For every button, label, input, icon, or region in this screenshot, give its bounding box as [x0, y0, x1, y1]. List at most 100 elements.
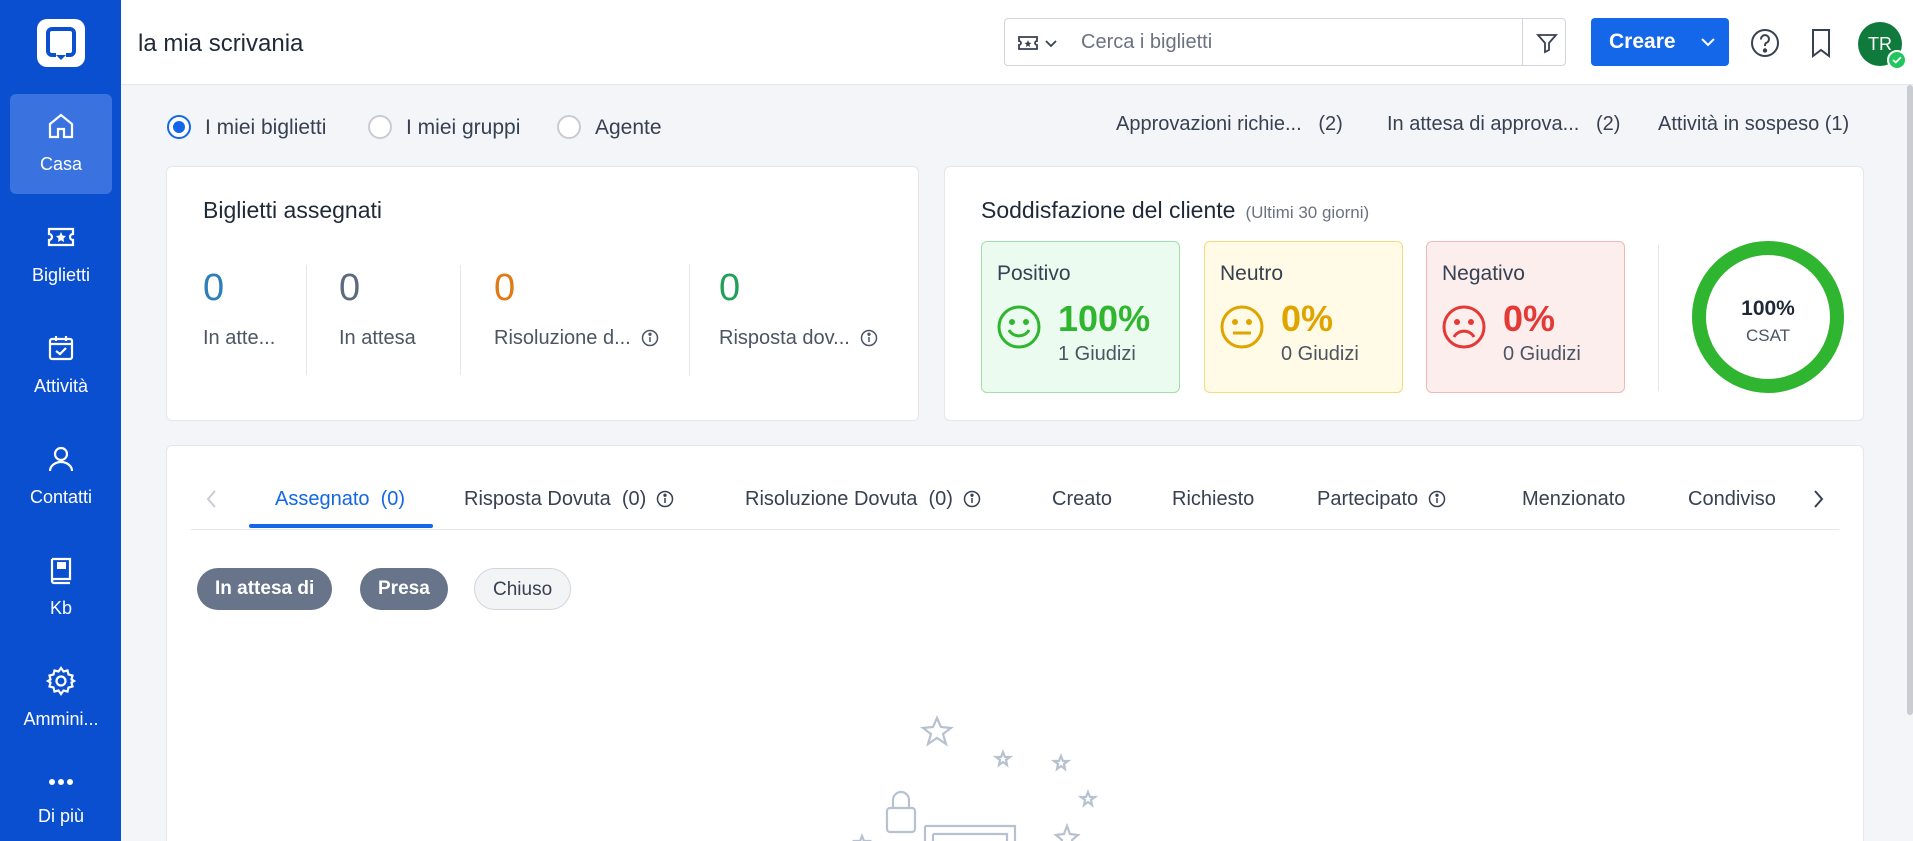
status-filter-in-attesa[interactable]: In attesa di	[197, 568, 333, 610]
stat-value: 0	[494, 267, 516, 309]
sentiment-neutral[interactable]: Neutro 0% 0 Giudizi	[1204, 241, 1403, 393]
tabs-divider	[191, 529, 1839, 530]
sidebar-item-label: Biglietti	[31, 265, 91, 285]
search-input[interactable]	[1081, 27, 1511, 57]
sidebar-item-label: Kb	[49, 598, 73, 618]
radio-circle	[368, 115, 392, 139]
customer-satisfaction-card: Soddisfazione del cliente (Ultimi 30 gior…	[944, 166, 1864, 421]
user-icon	[48, 446, 74, 472]
sidebar-item-contatti[interactable]: Contatti	[10, 427, 112, 527]
stat-label: Risoluzione d...	[494, 327, 659, 350]
sentiment-label: Neutro	[1220, 262, 1284, 285]
sidebar-item-label: Di più	[37, 806, 85, 826]
tab-menzionato[interactable]: Menzionato	[1522, 488, 1625, 511]
sidebar-item-label: Casa	[39, 154, 83, 174]
top-bar: la mia scrivania Creare TR	[121, 0, 1913, 85]
tab-partecipato[interactable]: Partecipato	[1317, 488, 1446, 511]
info-icon[interactable]	[1428, 490, 1446, 508]
tab-label: Risoluzione Dovuta	[745, 488, 918, 510]
sidebar-item-attivita[interactable]: Attività	[10, 316, 112, 416]
stat-label: In atte...	[203, 327, 276, 349]
chevron-left-icon[interactable]	[201, 486, 223, 512]
stat-waiting[interactable]: 0 In attesa	[339, 267, 416, 349]
search-box	[1004, 18, 1566, 66]
filter-icon[interactable]	[1535, 31, 1559, 55]
sentiment-label: Negativo	[1442, 262, 1525, 285]
sidebar-item-di-piu[interactable]: Di più	[10, 746, 112, 841]
stat-response-due[interactable]: 0 Risposta dov...	[719, 267, 878, 349]
quick-link-label: Attività in sospeso	[1658, 113, 1820, 135]
sidebar-item-casa[interactable]: Casa	[10, 94, 112, 194]
assigned-tickets-card: Biglietti assegnati 0 In atte... 0 In at…	[166, 166, 919, 421]
sentiment-label: Positivo	[997, 262, 1071, 285]
stat-divider	[306, 265, 307, 375]
quick-link-awaiting-approval[interactable]: In attesa di approva... (2)	[1387, 113, 1620, 136]
quick-link-pending-activities[interactable]: Attività in sospeso (1)	[1658, 113, 1849, 136]
radio-label: Agente	[595, 116, 662, 139]
radio-label: I miei gruppi	[406, 116, 521, 139]
stat-label: In attesa	[339, 327, 416, 349]
quick-link-count: (1)	[1824, 113, 1850, 135]
radio-label: I miei biglietti	[205, 116, 327, 139]
scrollbar[interactable]	[1907, 85, 1913, 715]
quick-link-label: In attesa di approva...	[1387, 113, 1580, 135]
tab-creato[interactable]: Creato	[1052, 488, 1112, 511]
radio-circle	[167, 115, 191, 139]
info-icon[interactable]	[963, 490, 981, 508]
tab-label: Condiviso	[1688, 488, 1776, 510]
ticket-icon	[47, 227, 75, 247]
app-logo-icon[interactable]	[37, 19, 85, 67]
tab-risoluzione-dovuta[interactable]: Risoluzione Dovuta (0)	[745, 488, 981, 511]
tab-richiesto[interactable]: Richiesto	[1172, 488, 1254, 511]
info-icon[interactable]	[641, 329, 659, 347]
quick-link-count: (2)	[1318, 113, 1343, 135]
active-tab-indicator	[249, 524, 433, 528]
sentiment-percent: 0%	[1281, 298, 1334, 339]
status-filter-presa[interactable]: Presa	[360, 568, 448, 610]
ticket-type-dropdown-icon[interactable]	[1017, 32, 1065, 54]
tab-label: Menzionato	[1522, 488, 1626, 510]
bookmark-icon[interactable]	[1807, 27, 1835, 59]
sentiment-negative[interactable]: Negativo 0% 0 Giudizi	[1426, 241, 1625, 393]
tab-assegnato[interactable]: Assegnato (0)	[275, 488, 405, 511]
sentiment-percent: 100%	[1058, 298, 1151, 339]
card-title: Soddisfazione del cliente (Ultimi 30 gior…	[981, 197, 1369, 224]
sidebar-item-amministrazione[interactable]: Ammini...	[10, 649, 112, 749]
stat-waiting-short[interactable]: 0 In atte...	[203, 267, 275, 349]
stat-label-text: Risposta dov...	[719, 327, 850, 349]
stat-label-text: Risoluzione d...	[494, 327, 631, 349]
smile-face-icon	[997, 305, 1041, 349]
tab-count: (0)	[928, 488, 953, 510]
tab-condiviso[interactable]: Condiviso	[1688, 488, 1776, 511]
stat-value: 0	[203, 267, 225, 309]
chevron-right-icon[interactable]	[1807, 486, 1829, 512]
tab-label: Creato	[1052, 488, 1113, 510]
tab-risposta-dovuta[interactable]: Risposta Dovuta (0)	[464, 488, 674, 511]
quick-link-approvals-requested[interactable]: Approvazioni richie... (2)	[1116, 113, 1343, 136]
radio-circle	[557, 115, 581, 139]
sidebar: Casa Biglietti Attività Contatti Kb Ammi…	[0, 0, 121, 841]
sidebar-item-kb[interactable]: Kb	[10, 538, 112, 638]
status-filter-chiuso[interactable]: Chiuso	[474, 568, 572, 610]
csat-value: 100%	[1741, 297, 1795, 320]
quick-link-label: Approvazioni richie...	[1116, 113, 1302, 135]
csat-label: CSAT	[1746, 326, 1790, 345]
stat-resolution-due[interactable]: 0 Risoluzione d...	[494, 267, 658, 349]
stat-value: 0	[339, 267, 361, 309]
online-check-icon	[1887, 50, 1907, 70]
stat-value: 0	[719, 267, 741, 309]
more-dots-icon	[49, 779, 73, 785]
tickets-panel: Assegnato (0) Risposta Dovuta (0) Risolu…	[166, 445, 1864, 841]
create-button[interactable]: Creare	[1591, 18, 1729, 66]
card-subtitle: (Ultimi 30 giorni)	[1245, 203, 1370, 222]
sentiment-positive[interactable]: Positivo 100% 1 Giudizi	[981, 241, 1180, 393]
stat-label: Risposta dov...	[719, 327, 878, 350]
help-icon[interactable]	[1749, 27, 1781, 59]
csat-donut-chart: 100% CSAT	[1692, 241, 1844, 393]
info-icon[interactable]	[656, 490, 674, 508]
sidebar-item-label: Contatti	[29, 487, 93, 507]
card-title: Biglietti assegnati	[203, 197, 382, 223]
sidebar-item-biglietti[interactable]: Biglietti	[10, 205, 112, 305]
calendar-check-icon	[48, 336, 74, 361]
info-icon[interactable]	[860, 329, 878, 347]
